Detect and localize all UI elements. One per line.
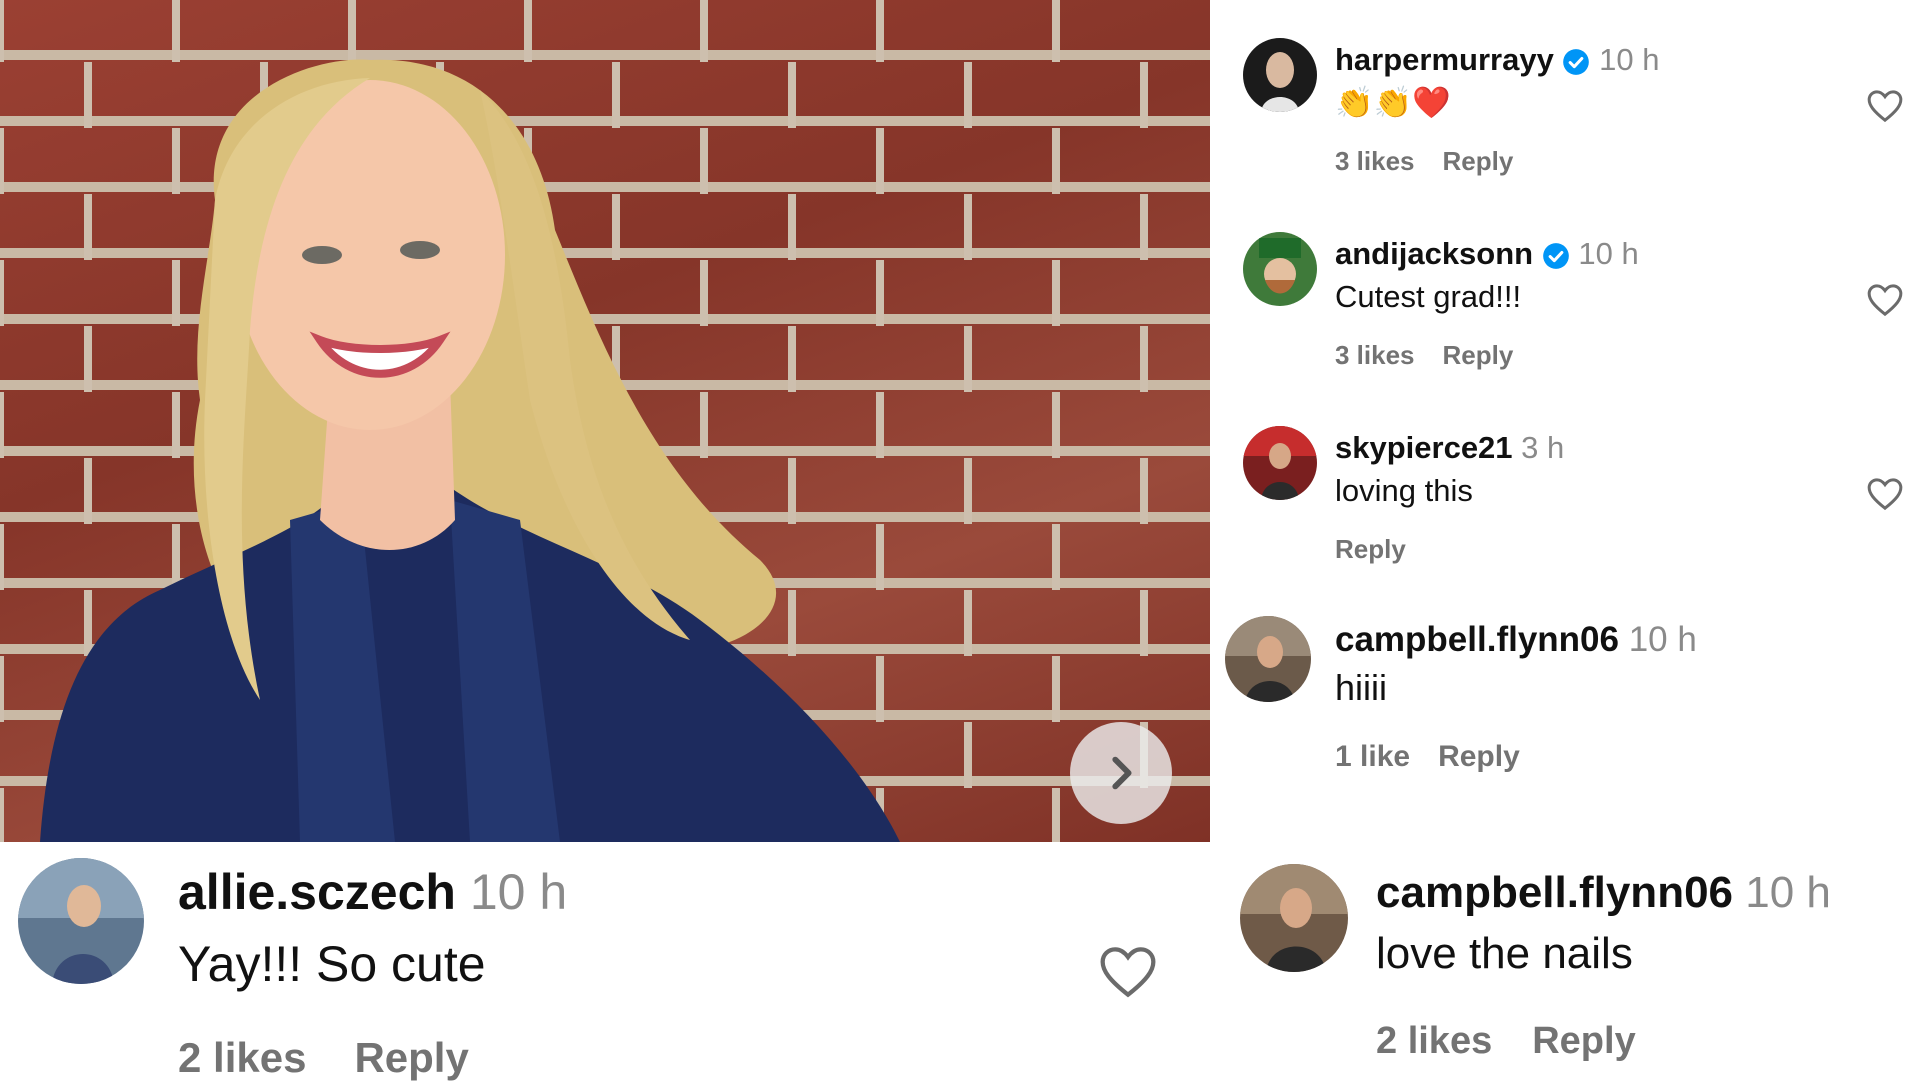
verified-badge-icon <box>1563 48 1590 75</box>
verified-badge-icon <box>1542 242 1569 269</box>
comment-timestamp: 3 h <box>1521 430 1565 465</box>
comment-username[interactable]: campbell.flynn06 <box>1335 620 1619 659</box>
comment-username[interactable]: skypierce21 <box>1335 430 1513 465</box>
reply-button[interactable]: Reply <box>354 1034 468 1081</box>
reply-button[interactable]: Reply <box>1532 1020 1635 1062</box>
post-photo <box>0 0 1210 842</box>
comment-likes[interactable]: 3 likes <box>1335 340 1415 370</box>
divider <box>1210 0 1220 600</box>
comment-likes[interactable]: 2 likes <box>1376 1020 1492 1062</box>
heart-icon[interactable] <box>1096 940 1160 1004</box>
comment-text: hiiii <box>1335 667 1388 708</box>
chevron-right-icon <box>1112 756 1132 790</box>
comment-timestamp: 10 h <box>1578 236 1639 271</box>
comment-timestamp: 10 h <box>1628 620 1697 659</box>
next-photo-button[interactable] <box>1070 722 1172 824</box>
comment-timestamp: 10 h <box>469 864 568 920</box>
avatar[interactable] <box>18 858 144 984</box>
comment-text: 👏👏❤️ <box>1335 85 1451 120</box>
avatar[interactable] <box>1243 426 1317 500</box>
comment-timestamp: 10 h <box>1599 42 1660 77</box>
comment-item: andijacksonn 10 h Cutest grad!!! 3 likes… <box>1243 232 1920 382</box>
comment-username[interactable]: andijacksonn <box>1335 236 1533 271</box>
comment-username[interactable]: harpermurrayy <box>1335 42 1554 77</box>
comment-item: allie.sczech 10 h Yay!!! So cute 2 likes… <box>18 858 1208 1081</box>
comment-likes[interactable]: 2 likes <box>178 1034 306 1081</box>
heart-icon[interactable] <box>1865 280 1905 320</box>
avatar[interactable] <box>1243 38 1317 112</box>
reply-button[interactable]: Reply <box>1443 340 1514 370</box>
avatar[interactable] <box>1243 232 1317 306</box>
comment-item: skypierce21 3 h loving this Reply <box>1243 426 1920 576</box>
comment-text: loving this <box>1335 473 1473 508</box>
reply-button[interactable]: Reply <box>1438 740 1520 773</box>
comment-item: harpermurrayy 10 h 👏👏❤️ 3 likes Reply <box>1243 38 1920 188</box>
heart-icon[interactable] <box>1865 474 1905 514</box>
comment-item: campbell.flynn06 10 h hiiii 1 like Reply <box>1225 616 1920 786</box>
comment-text: Yay!!! So cute <box>178 936 486 992</box>
comment-username[interactable]: campbell.flynn06 <box>1376 868 1733 917</box>
comment-likes[interactable]: 1 like <box>1335 740 1410 773</box>
comment-text: Cutest grad!!! <box>1335 279 1522 314</box>
comment-likes[interactable]: 3 likes <box>1335 146 1415 176</box>
comment-text: love the nails <box>1376 929 1633 978</box>
heart-icon[interactable] <box>1865 86 1905 126</box>
reply-button[interactable]: Reply <box>1443 146 1514 176</box>
graduate-portrait <box>40 59 900 842</box>
reply-button[interactable]: Reply <box>1335 534 1406 564</box>
comment-username[interactable]: allie.sczech <box>178 864 456 920</box>
avatar[interactable] <box>1225 616 1311 702</box>
comment-item: campbell.flynn06 10 h love the nails 2 l… <box>1240 864 1920 1080</box>
avatar[interactable] <box>1240 864 1348 972</box>
comment-timestamp: 10 h <box>1745 868 1831 917</box>
